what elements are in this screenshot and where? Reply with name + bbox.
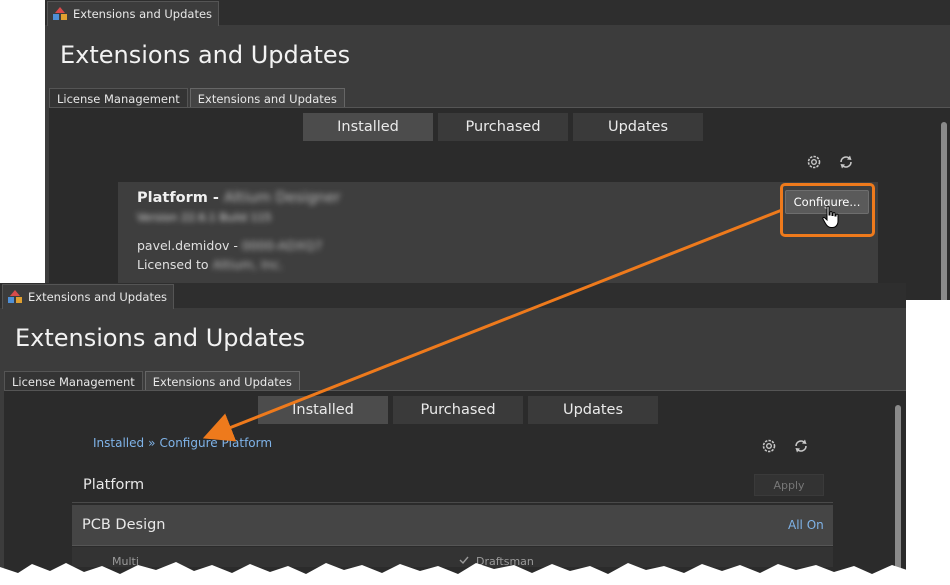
- refresh-icon[interactable]: [792, 437, 810, 455]
- app-icon: [8, 290, 22, 303]
- app-icon: [53, 7, 67, 20]
- platform-row-label: Platform: [83, 477, 145, 493]
- sub-tabs: License Management Extensions and Update…: [4, 371, 302, 391]
- platform-title-prefix: Platform -: [137, 190, 224, 206]
- segment-updates[interactable]: Updates: [528, 396, 658, 424]
- platform-row: [72, 470, 833, 503]
- torn-edge: [0, 562, 950, 585]
- platform-product-name: Altium Designer: [223, 190, 341, 206]
- doc-tab-extensions[interactable]: Extensions and Updates: [47, 1, 220, 26]
- pcb-design-row[interactable]: [72, 505, 833, 546]
- platform-user-id: 0000-ADXQ7: [241, 238, 323, 253]
- doc-tab-extensions[interactable]: Extensions and Updates: [2, 284, 175, 309]
- platform-licensed-line: Licensed to Altium, Inc.: [137, 257, 283, 272]
- gear-icon[interactable]: [760, 437, 778, 455]
- gear-icon[interactable]: [805, 153, 823, 171]
- breadcrumb-installed-link[interactable]: Installed: [93, 436, 144, 450]
- platform-user-line: pavel.demidov - 0000-ADXQ7: [137, 238, 322, 253]
- breadcrumb-separator: »: [148, 436, 156, 450]
- segment-installed[interactable]: Installed: [258, 396, 388, 424]
- doc-tab-label: Extensions and Updates: [73, 7, 213, 21]
- page-title: Extensions and Updates: [60, 41, 351, 69]
- segment-updates[interactable]: Updates: [573, 113, 703, 141]
- platform-licensed: Licensed to: [137, 257, 213, 272]
- platform-licensee: Altium, Inc.: [212, 257, 284, 272]
- doc-tab-label: Extensions and Updates: [28, 290, 168, 304]
- page-title: Extensions and Updates: [15, 324, 306, 352]
- breadcrumb: Installed » Configure Platform: [93, 436, 272, 450]
- tab-license-management[interactable]: License Management: [49, 88, 188, 108]
- apply-button[interactable]: Apply: [754, 474, 824, 496]
- hand-cursor-icon: [822, 205, 839, 228]
- tab-license-management[interactable]: License Management: [4, 371, 143, 391]
- all-on-link[interactable]: All On: [788, 518, 824, 532]
- platform-card-title: Platform - Altium Designer: [137, 190, 341, 206]
- doc-tab-strip: Extensions and Updates: [0, 283, 906, 309]
- breadcrumb-configure-platform[interactable]: Configure Platform: [159, 436, 272, 450]
- sub-tabs: License Management Extensions and Update…: [49, 88, 347, 108]
- scrollbar-thumb[interactable]: [941, 122, 947, 300]
- top-window: Extensions and Updates Extensions and Up…: [45, 0, 950, 300]
- pcb-design-row-label: PCB Design: [82, 517, 166, 533]
- doc-tab-strip: Extensions and Updates: [45, 0, 950, 26]
- tab-extensions-and-updates[interactable]: Extensions and Updates: [144, 371, 300, 391]
- tab-extensions-and-updates[interactable]: Extensions and Updates: [189, 88, 345, 108]
- platform-user: pavel.demidov -: [137, 238, 242, 253]
- segment-purchased[interactable]: Purchased: [438, 113, 568, 141]
- segment-installed[interactable]: Installed: [303, 113, 433, 141]
- segment-purchased[interactable]: Purchased: [393, 396, 523, 424]
- platform-version: Version 22.6.1 Build 115: [137, 211, 272, 224]
- refresh-icon[interactable]: [837, 153, 855, 171]
- scrollbar-thumb[interactable]: [895, 405, 901, 575]
